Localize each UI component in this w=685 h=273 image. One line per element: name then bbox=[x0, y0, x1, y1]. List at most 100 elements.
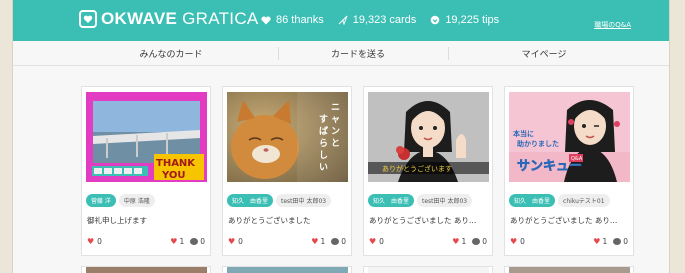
svg-text:本当に: 本当に bbox=[512, 129, 534, 138]
comment-stat: 0 bbox=[331, 237, 346, 246]
card-footer: ♥ 0 ♥ 1 0 bbox=[87, 237, 205, 249]
site-stats: 86 thanks 19,323 cards 19,225 tips bbox=[261, 14, 499, 26]
sender-tag[interactable]: 知久 由香里 bbox=[227, 194, 274, 207]
like-count: 0 bbox=[238, 237, 243, 246]
comment-stat: 0 bbox=[472, 237, 487, 246]
card-footer: ♥ 0 ♥ 1 0 bbox=[510, 237, 628, 249]
card-image-thank-you-woman[interactable]: 本当に 助かりました サンキュー Q&A bbox=[509, 92, 630, 182]
sender-tag[interactable]: 菅藤 洋 bbox=[86, 194, 116, 207]
like-count: 0 bbox=[97, 237, 102, 246]
recipient-tag[interactable]: 中原 浩隆 bbox=[118, 194, 155, 207]
site-header: OKWAVE GRATICA 86 thanks 19,323 cards 19… bbox=[13, 0, 669, 41]
svg-text:し: し bbox=[319, 150, 328, 161]
logo-text: OKWAVE GRATICA bbox=[101, 9, 259, 28]
workplace-qa-link[interactable]: 職場のQ&A bbox=[594, 20, 631, 30]
svg-text:ニ: ニ bbox=[331, 103, 340, 113]
card-tags: 菅藤 洋 中原 浩隆 bbox=[86, 194, 155, 207]
main-nav: みんなのカード カードを送る マイページ bbox=[13, 41, 669, 66]
card-tags: 知久 由香里 test田中 太郎03 bbox=[227, 194, 332, 207]
thanks-card[interactable]: ありがとうございます 知久 由香里 test田中 太郎03 ありがとうございまし… bbox=[363, 86, 493, 256]
svg-text:い: い bbox=[319, 163, 328, 173]
tips-count: 19,225 tips bbox=[445, 14, 500, 26]
heart-outline-icon: ♥ bbox=[452, 237, 460, 246]
heart-stat: ♥ 1 bbox=[593, 237, 607, 246]
like-count: 0 bbox=[520, 237, 525, 246]
card-stats: ♥ 1 0 bbox=[593, 237, 628, 246]
heart-stat: ♥ 1 bbox=[452, 237, 466, 246]
svg-text:Q&A: Q&A bbox=[571, 156, 583, 162]
card-image[interactable] bbox=[509, 267, 630, 273]
card-image[interactable] bbox=[86, 267, 207, 273]
svg-text:す: す bbox=[319, 114, 328, 125]
heart-stat: ♥ 1 bbox=[311, 237, 325, 246]
svg-text:ば: ば bbox=[319, 125, 328, 137]
card-image-woman-thanks[interactable]: ありがとうございます bbox=[368, 92, 489, 182]
recipient-tag[interactable]: test田中 太郎03 bbox=[276, 194, 332, 207]
svg-text:助かりました: 助かりました bbox=[517, 139, 559, 148]
comment-count: 0 bbox=[482, 237, 487, 246]
card-message: ありがとうございました あり… bbox=[369, 216, 477, 225]
svg-text:YOU: YOU bbox=[161, 170, 186, 181]
recipient-tag[interactable]: chikuテスト01 bbox=[558, 194, 610, 207]
cards-stat: 19,323 cards bbox=[338, 14, 417, 26]
comment-stat: 0 bbox=[190, 237, 205, 246]
thanks-card[interactable] bbox=[504, 266, 634, 273]
heart-outline-icon: ♥ bbox=[593, 237, 601, 246]
thanks-card[interactable]: 本当に 助かりました サンキュー Q&A 知久 由香里 chikuテスト01 あ… bbox=[504, 86, 634, 256]
sender-tag[interactable]: 知久 由香里 bbox=[368, 194, 415, 207]
nav-divider bbox=[448, 47, 449, 60]
card-image-cat[interactable]: ニ ャ ン と す ば ら し い bbox=[227, 92, 348, 182]
like-button[interactable]: ♥ 0 bbox=[369, 237, 384, 246]
card-message: ありがとうございました bbox=[228, 216, 311, 225]
like-button[interactable]: ♥ 0 bbox=[510, 237, 525, 246]
card-stats: ♥ 1 0 bbox=[170, 237, 205, 246]
heart-count: 1 bbox=[320, 237, 326, 246]
comment-icon bbox=[613, 238, 622, 245]
card-tags: 知久 由香里 test田中 太郎03 bbox=[368, 194, 473, 207]
comment-count: 0 bbox=[200, 237, 205, 246]
nav-everyone-cards[interactable]: みんなのカード bbox=[139, 47, 202, 60]
svg-text:ャ: ャ bbox=[331, 115, 340, 125]
heart-logo-icon bbox=[79, 10, 97, 28]
comment-count: 0 bbox=[341, 237, 346, 246]
sender-tag[interactable]: 知久 由香里 bbox=[509, 194, 556, 207]
card-image[interactable] bbox=[227, 267, 348, 273]
svg-text:ン: ン bbox=[331, 126, 340, 137]
comment-icon bbox=[331, 238, 340, 245]
thanks-card[interactable] bbox=[81, 266, 211, 273]
svg-text:ら: ら bbox=[319, 138, 328, 149]
thanks-count: 86 thanks bbox=[276, 14, 324, 26]
tips-stat: 19,225 tips bbox=[430, 14, 499, 26]
card-footer: ♥ 0 ♥ 1 0 bbox=[369, 237, 487, 249]
heart-icon: ♥ bbox=[87, 237, 95, 246]
send-icon bbox=[338, 15, 348, 25]
site-logo[interactable]: OKWAVE GRATICA bbox=[79, 9, 259, 29]
recipient-tag[interactable]: test田中 太郎03 bbox=[417, 194, 473, 207]
card-footer: ♥ 0 ♥ 1 0 bbox=[228, 237, 346, 249]
nav-divider bbox=[278, 47, 279, 60]
like-button[interactable]: ♥ 0 bbox=[228, 237, 243, 246]
thanks-card[interactable] bbox=[363, 266, 493, 273]
coin-icon bbox=[430, 15, 440, 25]
heart-count: 1 bbox=[602, 237, 608, 246]
heart-outline-icon: ♥ bbox=[170, 237, 178, 246]
card-message: ありがとうございました あり… bbox=[510, 216, 618, 225]
heart-stat: ♥ 1 bbox=[170, 237, 184, 246]
nav-my-page[interactable]: マイページ bbox=[522, 47, 567, 60]
card-image-thank-you[interactable]: THANK YOU bbox=[86, 92, 207, 182]
svg-text:と: と bbox=[331, 138, 340, 149]
thanks-card[interactable]: ニ ャ ン と す ば ら し い 知久 由香里 test田中 太郎03 ありが… bbox=[222, 86, 352, 256]
like-count: 0 bbox=[379, 237, 384, 246]
svg-text:ありがとうございます: ありがとうございます bbox=[382, 164, 452, 173]
comment-stat: 0 bbox=[613, 237, 628, 246]
svg-text:THANK: THANK bbox=[156, 158, 196, 169]
cards-count: 19,323 cards bbox=[352, 14, 417, 26]
nav-send-card[interactable]: カードを送る bbox=[331, 47, 385, 60]
comment-icon bbox=[190, 238, 199, 245]
card-image[interactable] bbox=[368, 267, 489, 273]
heart-icon bbox=[261, 15, 271, 25]
card-tags: 知久 由香里 chikuテスト01 bbox=[509, 194, 610, 207]
thanks-card[interactable] bbox=[222, 266, 352, 273]
like-button[interactable]: ♥ 0 bbox=[87, 237, 102, 246]
thanks-card[interactable]: THANK YOU 菅藤 洋 中原 浩隆 御礼申し上げます ♥ 0 ♥ 1 0 bbox=[81, 86, 211, 256]
